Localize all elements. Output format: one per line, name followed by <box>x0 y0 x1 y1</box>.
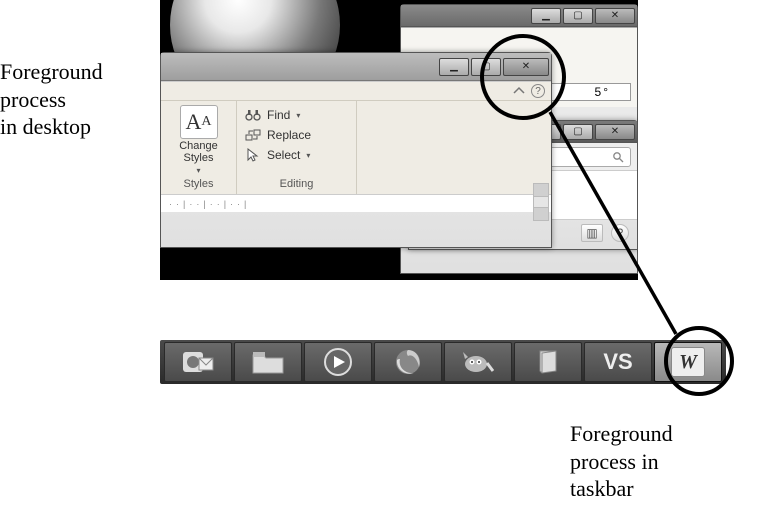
desktop-area: ▁ ▢ ✕ 5° ▁ ▢ ✕ th text ▥ ? <box>160 0 638 280</box>
help-icon[interactable]: ? <box>531 84 545 98</box>
ribbon-collapse-row: ? <box>161 82 551 100</box>
change-styles-label: Change Styles <box>179 141 218 164</box>
ribbon-collapse-icon[interactable] <box>513 86 525 96</box>
play-icon <box>323 347 353 377</box>
close-button[interactable]: ✕ <box>595 8 635 24</box>
styles-aa-icon: AA <box>180 105 218 139</box>
dropdown-icon: ▾ <box>196 166 200 175</box>
help-button[interactable]: ? <box>611 224 629 242</box>
taskbar-item-firefox[interactable] <box>374 342 442 382</box>
taskbar-item-outlook[interactable] <box>164 342 232 382</box>
dropdown-icon: ▾ <box>306 151 310 160</box>
find-label: Find <box>267 108 290 122</box>
view-layout-button[interactable]: ▥ <box>581 224 603 242</box>
annotation-label-desktop: Foreground process in desktop <box>0 58 103 141</box>
outlook-icon <box>181 348 215 376</box>
select-button[interactable]: Select ▾ <box>245 145 311 165</box>
annotation-label-taskbar: Foreground process in taskbar <box>570 420 673 503</box>
word-ribbon: ? AA Change Styles ▾ Styles <box>161 81 551 211</box>
dropdown-icon: ▾ <box>296 111 300 120</box>
word-ruler: ··|··|··|··| <box>161 194 551 212</box>
editing-group: Find ▾ Replace <box>237 101 357 194</box>
taskbar-item-word[interactable]: W <box>654 342 722 382</box>
close-button[interactable]: ✕ <box>595 124 635 140</box>
word-titlebar: ▁ ▢ ✕ <box>161 53 551 81</box>
taskbar-item-visual-studio[interactable]: VS <box>584 342 652 382</box>
select-label: Select <box>267 148 300 162</box>
temperature-readout: 5° <box>595 85 610 99</box>
styles-group-label: Styles <box>184 176 214 194</box>
close-button[interactable]: ✕ <box>503 58 549 76</box>
replace-button[interactable]: Replace <box>245 125 311 145</box>
change-styles-button[interactable]: AA Change Styles ▾ <box>171 105 227 175</box>
maximize-button[interactable]: ▢ <box>563 124 593 140</box>
taskbar-item-media-player[interactable] <box>304 342 372 382</box>
maximize-button[interactable]: ▢ <box>471 58 501 76</box>
minimize-button[interactable]: ▁ <box>531 8 561 24</box>
taskbar: VS W <box>160 340 726 384</box>
replace-icon <box>245 128 261 142</box>
background-window-titlebar: ▁ ▢ ✕ <box>401 5 637 27</box>
editing-group-label: Editing <box>280 176 314 194</box>
taskbar-item-gimp[interactable] <box>444 342 512 382</box>
taskbar-item-explorer[interactable] <box>234 342 302 382</box>
folder-icon <box>251 349 285 375</box>
word-window: ▁ ▢ ✕ ? AA Change Styles ▾ Styles <box>160 52 552 248</box>
minimize-button[interactable]: ▁ <box>439 58 469 76</box>
taskbar-item-reader[interactable] <box>514 342 582 382</box>
ribbon-groups: AA Change Styles ▾ Styles Find ▾ <box>161 100 551 194</box>
book-icon <box>534 348 562 376</box>
word-icon: W <box>671 347 705 377</box>
cursor-icon <box>245 148 261 162</box>
search-icon <box>612 151 624 163</box>
maximize-button[interactable]: ▢ <box>563 8 593 24</box>
gimp-icon <box>462 349 494 375</box>
binoculars-icon <box>245 108 261 122</box>
find-button[interactable]: Find ▾ <box>245 105 311 125</box>
styles-group: AA Change Styles ▾ Styles <box>161 101 237 194</box>
vs-icon: VS <box>603 349 632 375</box>
vertical-scrollbar[interactable] <box>533 183 549 221</box>
replace-label: Replace <box>267 128 311 142</box>
firefox-icon <box>393 347 423 377</box>
